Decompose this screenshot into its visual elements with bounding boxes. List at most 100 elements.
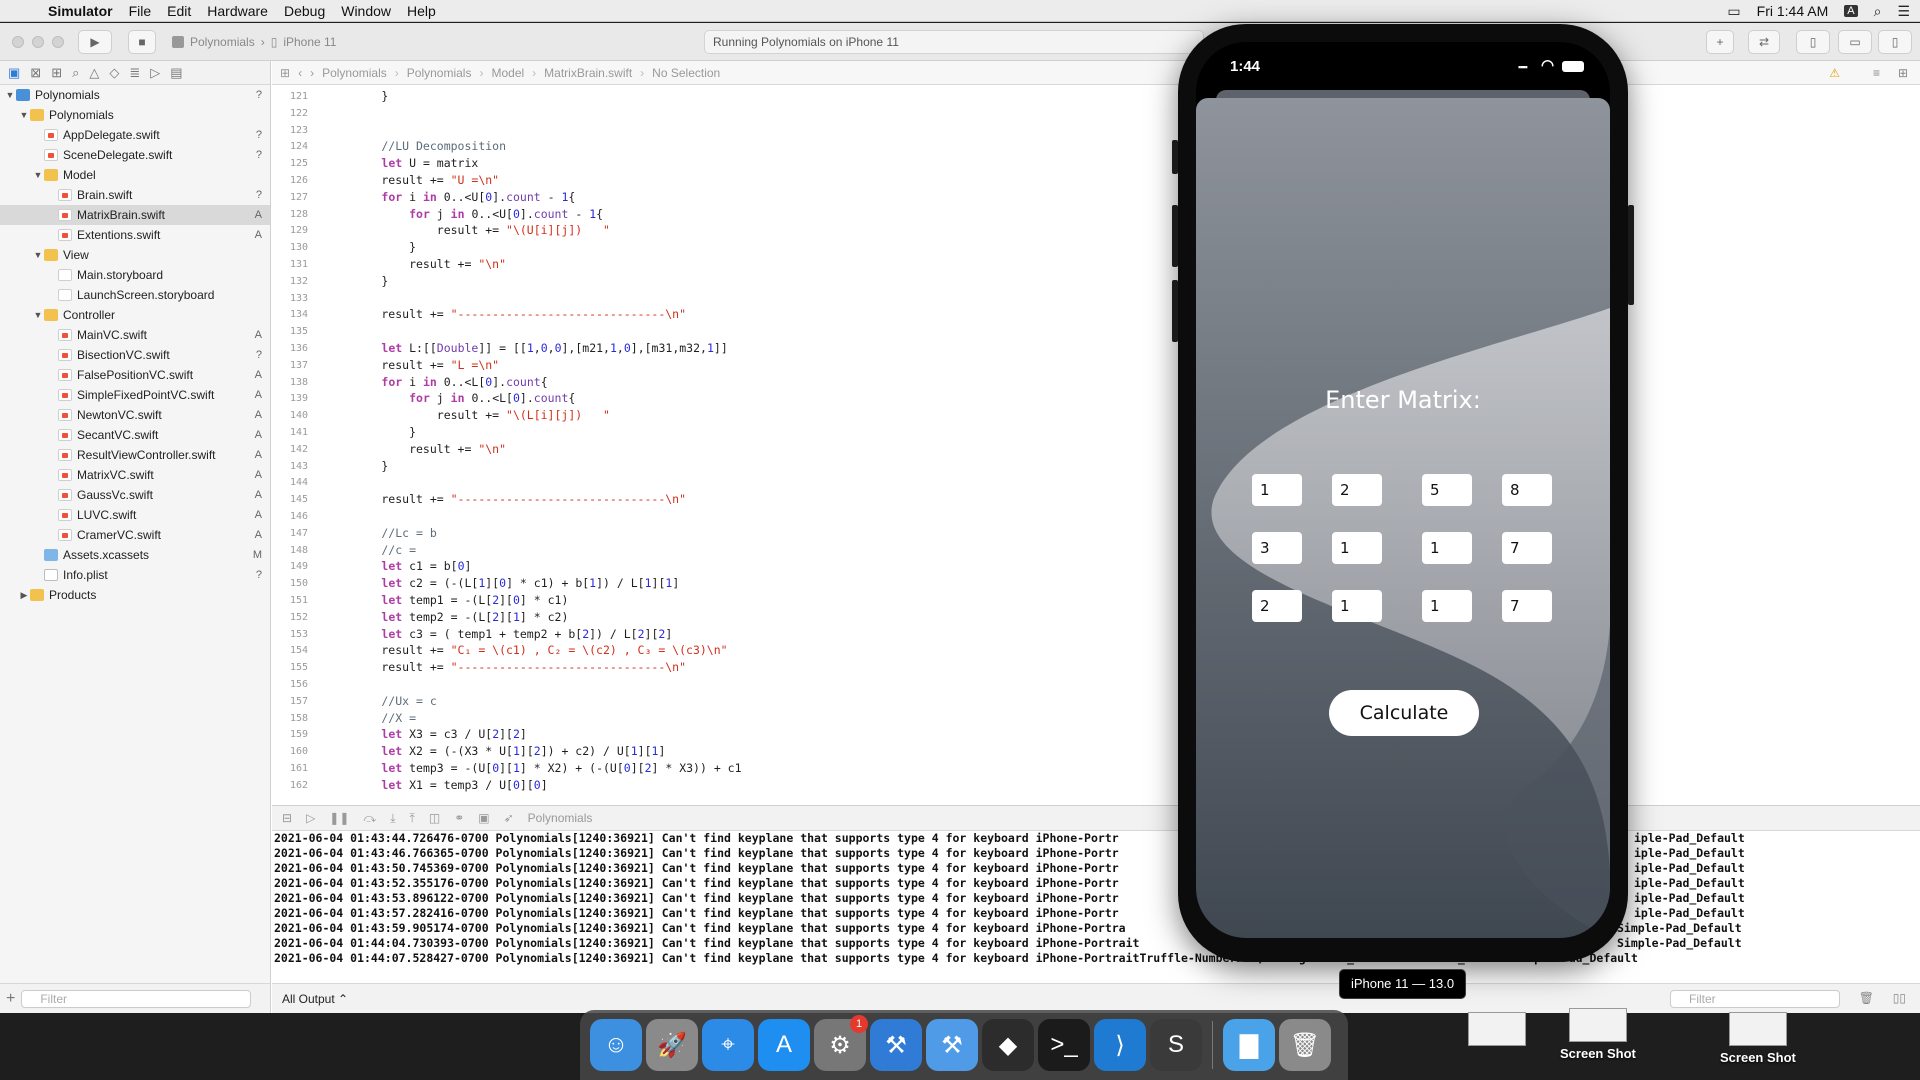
jump-crumb-group[interactable]: Polynomials xyxy=(407,66,472,80)
disclosure-triangle-icon[interactable]: ▼ xyxy=(4,90,16,100)
code-line[interactable]: 145 result += "-------------------------… xyxy=(272,492,686,509)
sublime-text-icon[interactable]: S xyxy=(1150,1019,1202,1071)
code-line[interactable]: 133 xyxy=(272,291,326,308)
code-line[interactable]: 155 result += "-------------------------… xyxy=(272,660,686,677)
volume-up-button[interactable] xyxy=(1172,205,1178,267)
matrix-cell-input[interactable]: 8 xyxy=(1502,474,1552,506)
navigator-item[interactable]: LUVC.swift A xyxy=(0,505,270,525)
stop-button[interactable]: ■ xyxy=(128,30,156,54)
issue-navigator-icon[interactable]: △ xyxy=(89,65,99,81)
disclosure-triangle-icon[interactable]: ▼ xyxy=(32,250,44,260)
disclosure-triangle-icon[interactable]: ▼ xyxy=(18,110,30,120)
step-out-icon[interactable]: ⤒ xyxy=(410,811,415,826)
run-button[interactable]: ▶ xyxy=(78,30,112,54)
line-number[interactable]: 125 xyxy=(272,156,308,173)
console-filter-input[interactable]: Filter xyxy=(1670,990,1840,1008)
line-number[interactable]: 154 xyxy=(272,643,308,660)
line-number[interactable]: 127 xyxy=(272,190,308,207)
line-number[interactable]: 140 xyxy=(272,408,308,425)
line-number[interactable]: 161 xyxy=(272,761,308,778)
navigator-item[interactable]: ▼ Polynomials? xyxy=(0,85,270,105)
mute-switch[interactable] xyxy=(1172,140,1178,174)
window-zoom-button[interactable] xyxy=(52,36,64,48)
launchpad-icon[interactable]: 🚀 xyxy=(646,1019,698,1071)
navigator-item[interactable]: FalsePositionVC.swift A xyxy=(0,365,270,385)
navigator-item[interactable]: ResultViewController.swift A xyxy=(0,445,270,465)
line-number[interactable]: 129 xyxy=(272,223,308,240)
navigator-item[interactable]: SceneDelegate.swift? xyxy=(0,145,270,165)
downloads-folder-icon[interactable]: ▇ xyxy=(1223,1019,1275,1071)
desktop-file-screenshot-1[interactable] xyxy=(1468,1012,1526,1050)
project-navigator-icon[interactable]: ▣ xyxy=(8,65,20,81)
split-console-icon[interactable]: ▯▯ xyxy=(1893,991,1906,1005)
line-number[interactable]: 152 xyxy=(272,610,308,627)
navigator-item[interactable]: LaunchScreen.storyboard xyxy=(0,285,270,305)
code-line[interactable]: 156 xyxy=(272,677,326,694)
hide-debug-area-icon[interactable]: ⊟ xyxy=(282,811,292,825)
scheme-selector[interactable]: Polynomials › ▯ iPhone 11 xyxy=(172,31,336,53)
menu-clock[interactable]: Fri 1:44 AM xyxy=(1757,3,1829,19)
code-line[interactable]: 158 //X = xyxy=(272,711,416,728)
code-line[interactable]: 124 //LU Decomposition xyxy=(272,139,506,156)
system-preferences-icon[interactable]: ⚙ 1 xyxy=(814,1015,868,1071)
line-number[interactable]: 137 xyxy=(272,358,308,375)
debug-navigator-icon[interactable]: ≣ xyxy=(129,65,140,81)
forward-arrow-icon[interactable]: › xyxy=(310,66,314,80)
jump-crumb-folder[interactable]: Model xyxy=(491,66,524,80)
breakpoint-navigator-icon[interactable]: ▷ xyxy=(150,65,160,81)
control-center-icon[interactable]: ☰ xyxy=(1897,3,1910,20)
line-number[interactable]: 136 xyxy=(272,341,308,358)
code-line[interactable]: 129 result += "\(U[i][j]) " xyxy=(272,223,610,240)
code-line[interactable]: 125 let U = matrix xyxy=(272,156,478,173)
code-line[interactable]: 160 let X2 = (-(X3 * U[1][2]) + c2) / U[… xyxy=(272,744,665,761)
code-line[interactable]: 121 } xyxy=(272,89,388,106)
navigator-item[interactable]: ▼ Polynomials xyxy=(0,105,270,125)
symbol-navigator-icon[interactable]: ⊞ xyxy=(51,65,62,81)
sourcetree-icon[interactable]: ◆ xyxy=(982,1019,1034,1071)
step-over-icon[interactable]: ⤼ xyxy=(363,811,376,826)
code-line[interactable]: 137 result += "L =\n" xyxy=(272,358,499,375)
toggle-inspector-button[interactable]: ▯ xyxy=(1878,30,1912,54)
test-navigator-icon[interactable]: ◇ xyxy=(109,65,119,81)
line-number[interactable]: 135 xyxy=(272,324,308,341)
navigator-item[interactable]: CramerVC.swift A xyxy=(0,525,270,545)
code-review-button[interactable]: ⇄ xyxy=(1748,30,1780,54)
navigator-item[interactable]: ▼ View xyxy=(0,245,270,265)
related-items-icon[interactable]: ⊞ xyxy=(280,66,290,80)
navigator-item[interactable]: SecantVC.swift A xyxy=(0,425,270,445)
navigator-item[interactable]: Extentions.swift A xyxy=(0,225,270,245)
memory-graph-icon[interactable]: ⚭ xyxy=(454,811,464,825)
line-number[interactable]: 159 xyxy=(272,727,308,744)
navigator-item[interactable]: Assets.xcassets M xyxy=(0,545,270,565)
menu-file[interactable]: File xyxy=(121,3,160,19)
code-line[interactable]: 131 result += "\n" xyxy=(272,257,506,274)
code-line[interactable]: 144 xyxy=(272,475,326,492)
navigator-item[interactable]: Brain.swift? xyxy=(0,185,270,205)
navigator-filter-input[interactable]: Filter xyxy=(21,989,252,1008)
safari-icon[interactable]: ⌖ xyxy=(702,1019,754,1071)
find-navigator-icon[interactable]: ⌕ xyxy=(72,65,79,81)
breakpoints-toggle-icon[interactable]: ▷ xyxy=(306,811,315,825)
navigator-item[interactable]: ▼ Model xyxy=(0,165,270,185)
matrix-cell-input[interactable]: 7 xyxy=(1502,532,1552,564)
line-number[interactable]: 155 xyxy=(272,660,308,677)
environment-overrides-icon[interactable]: ▣ xyxy=(478,811,489,825)
code-line[interactable]: 139 for j in 0..<L[0].count{ xyxy=(272,391,575,408)
code-line[interactable]: 127 for i in 0..<U[0].count - 1{ xyxy=(272,190,575,207)
navigator-item[interactable]: Info.plist? xyxy=(0,565,270,585)
code-line[interactable]: 150 let c2 = (-(L[1][0] * c1) + b[1]) / … xyxy=(272,576,679,593)
code-line[interactable]: 151 let temp1 = -(L[2][0] * c1) xyxy=(272,593,568,610)
menu-window[interactable]: Window xyxy=(333,3,399,19)
line-number[interactable]: 131 xyxy=(272,257,308,274)
line-number[interactable]: 150 xyxy=(272,576,308,593)
line-number[interactable]: 124 xyxy=(272,139,308,156)
code-line[interactable]: 148 //c = xyxy=(272,543,416,560)
code-line[interactable]: 153 let c3 = ( temp1 + temp2 + b[2]) / L… xyxy=(272,627,672,644)
matrix-cell-input[interactable]: 1 xyxy=(1422,532,1472,564)
menu-debug[interactable]: Debug xyxy=(276,3,333,19)
disclosure-triangle-icon[interactable]: ▼ xyxy=(32,170,44,180)
matrix-cell-input[interactable]: 1 xyxy=(1252,474,1302,506)
line-number[interactable]: 126 xyxy=(272,173,308,190)
navigator-item[interactable]: MatrixBrain.swift A xyxy=(0,205,270,225)
navigator-item[interactable]: ▼ Controller xyxy=(0,305,270,325)
